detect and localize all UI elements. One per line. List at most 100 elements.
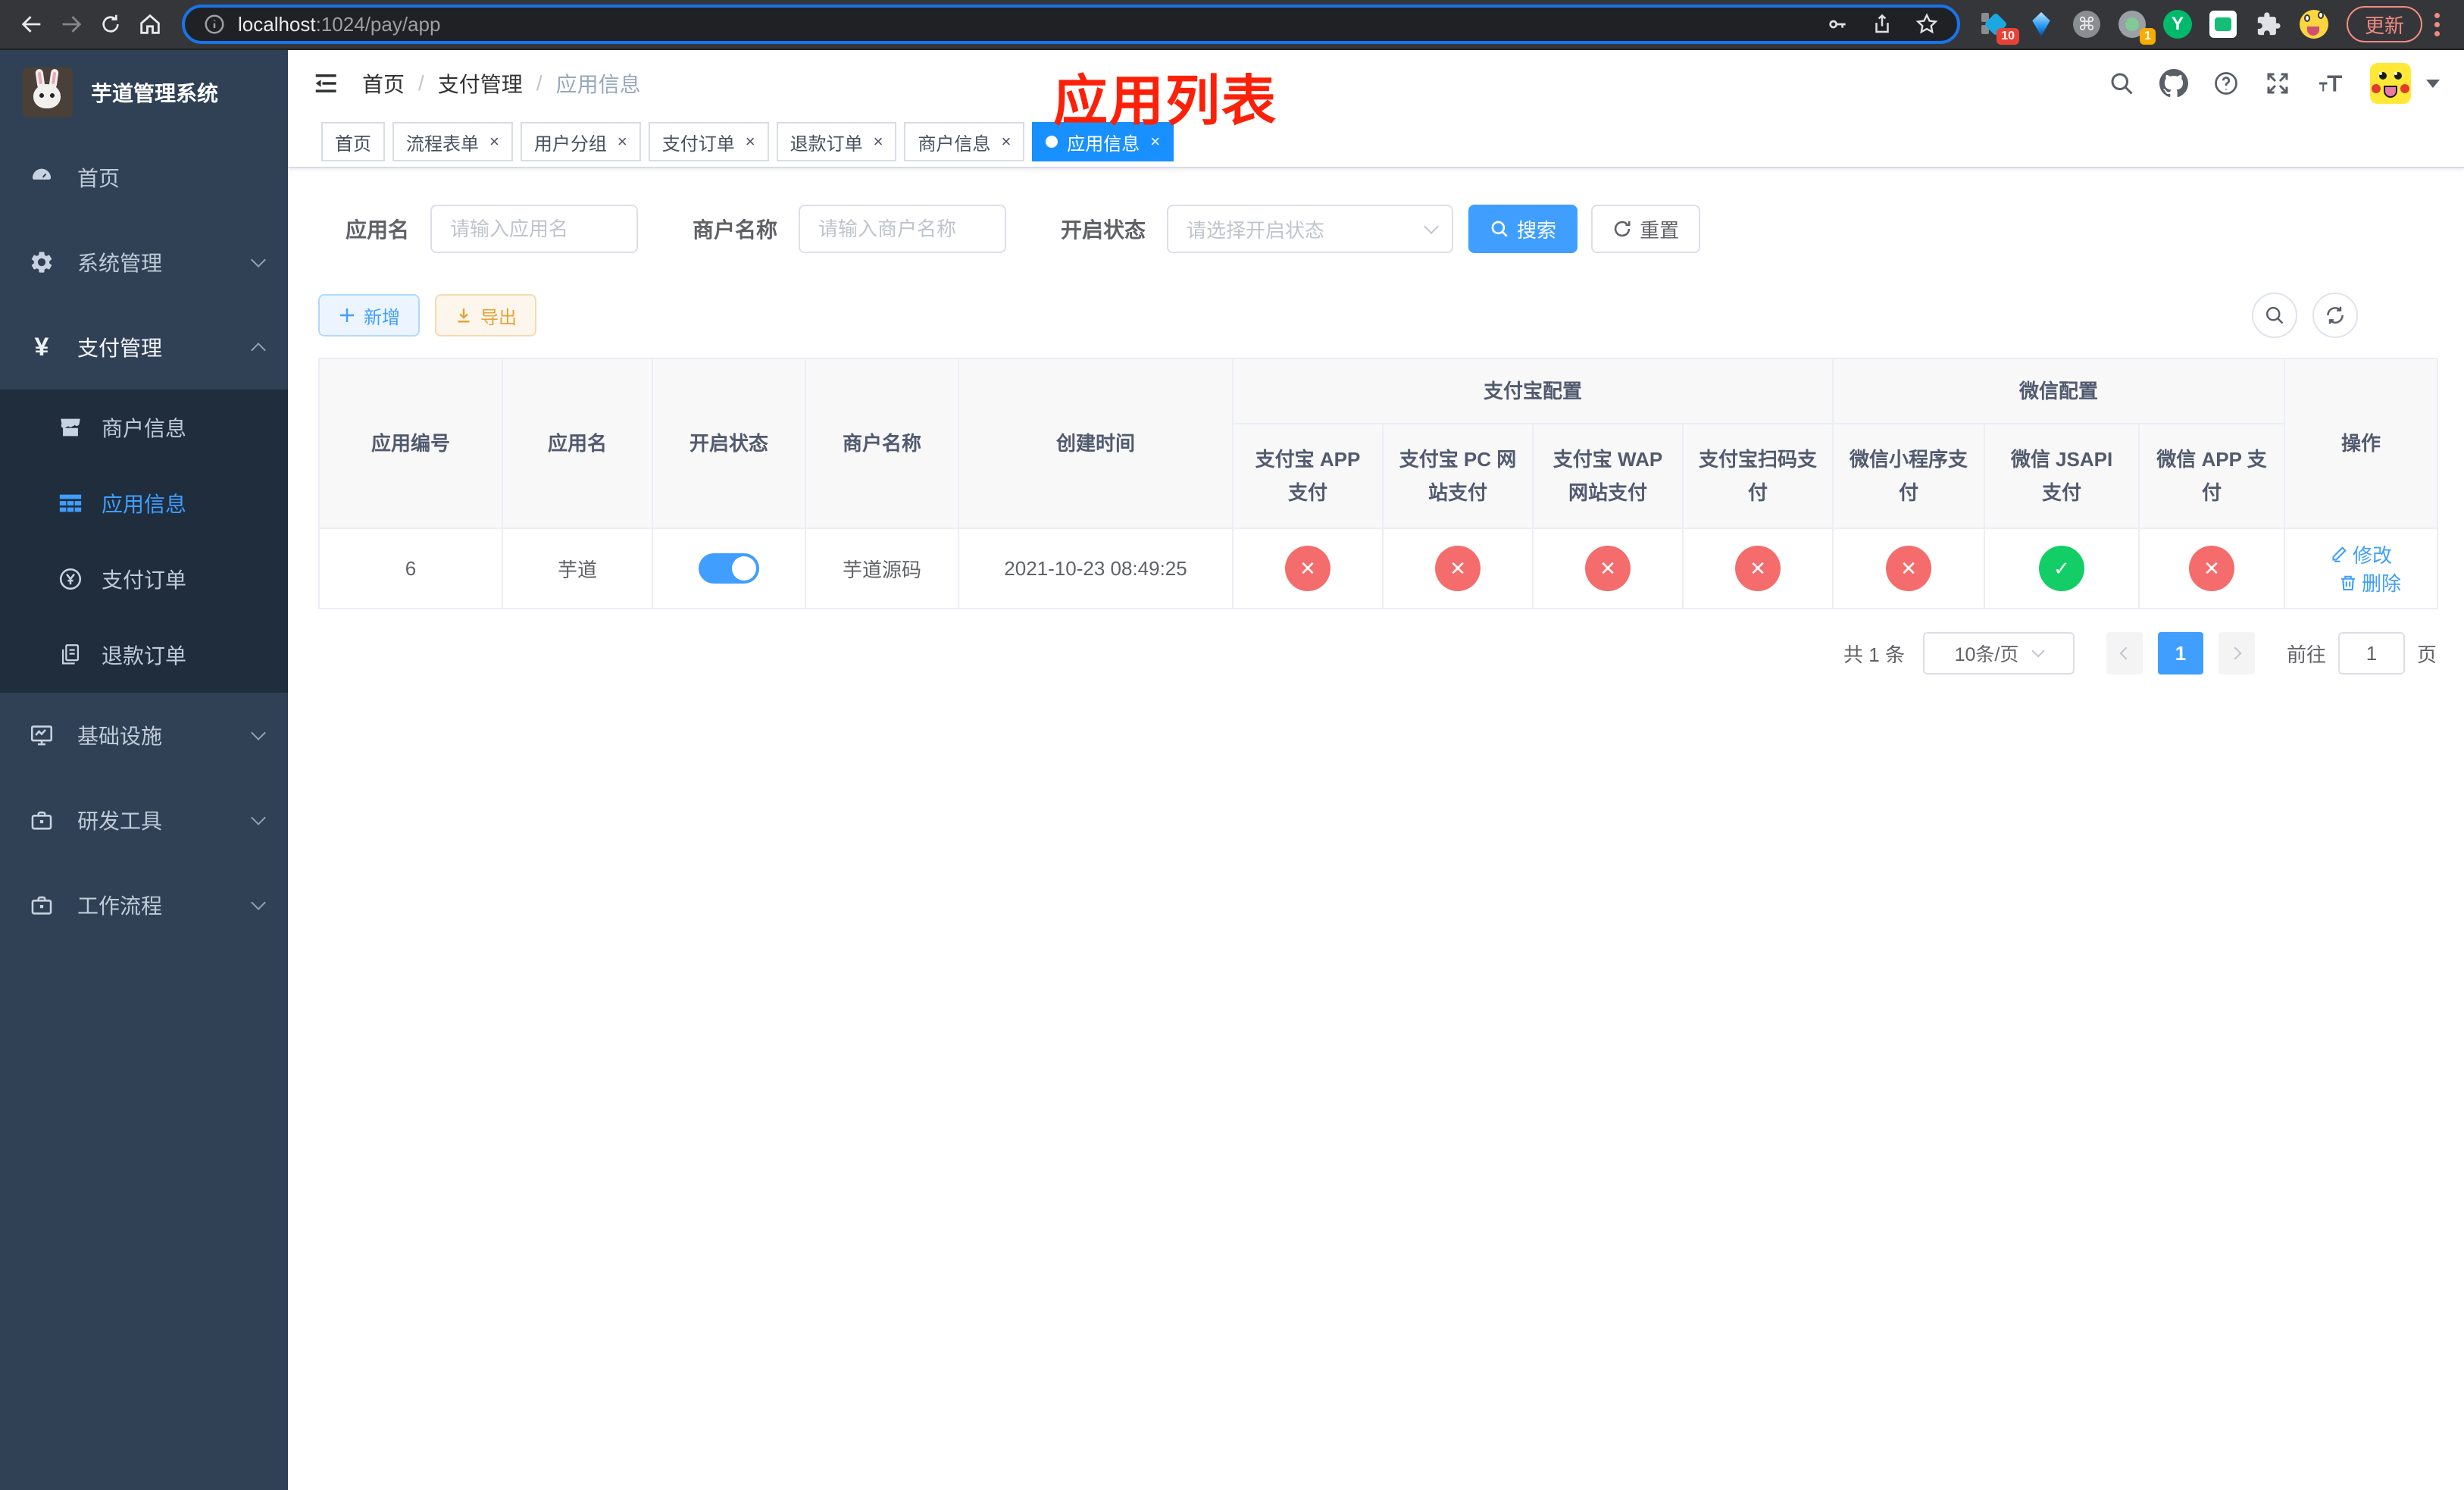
page-size-value: 10条/页 bbox=[1954, 644, 2019, 665]
search-button[interactable]: 搜索 bbox=[1468, 205, 1578, 253]
tab-label: 退款订单 bbox=[790, 133, 863, 155]
extensions-menu-button[interactable] bbox=[2254, 10, 2283, 39]
tab-refund-order[interactable]: 退款订单 bbox=[776, 122, 897, 161]
goto-page-input[interactable] bbox=[2337, 632, 2405, 675]
sidebar-item-system[interactable]: 系统管理 bbox=[0, 220, 288, 305]
ext-proxy-icon[interactable]: 1 bbox=[2118, 10, 2156, 45]
dashboard-icon bbox=[29, 164, 55, 190]
chrome-update-button[interactable]: 更新 bbox=[2346, 6, 2422, 42]
sidebar-logo-row[interactable]: 芋道管理系统 bbox=[0, 50, 288, 135]
reload-icon bbox=[102, 14, 119, 33]
close-icon[interactable] bbox=[746, 132, 755, 152]
back-arrow-icon bbox=[21, 16, 41, 33]
delete-link[interactable]: 删除 bbox=[2339, 568, 2401, 596]
close-icon[interactable] bbox=[1001, 132, 1011, 152]
documents-icon bbox=[58, 642, 83, 668]
tab-process-form[interactable]: 流程表单 bbox=[392, 122, 513, 161]
page-size-select[interactable]: 10条/页 bbox=[1922, 632, 2075, 675]
status-toggle[interactable] bbox=[699, 553, 759, 584]
breadcrumb-home[interactable]: 首页 bbox=[362, 68, 405, 99]
column-header-app-id: 应用编号 bbox=[318, 358, 503, 529]
ext-command-icon[interactable]: ⌘ bbox=[2072, 10, 2101, 39]
export-button-label: 导出 bbox=[480, 307, 517, 328]
sidebar-item-label: 工作流程 bbox=[77, 894, 163, 918]
browser-back-button[interactable] bbox=[12, 5, 52, 44]
ext-emoji-icon[interactable] bbox=[2299, 10, 2328, 39]
sidebar-item-refund-order[interactable]: 退款订单 bbox=[0, 617, 288, 693]
sidebar: 芋道管理系统 首页 系统管理 ¥ 支付管理 商户信息 应用信息 支付订单 退款订… bbox=[0, 50, 288, 1490]
column-header-alipay-qr: 支付宝扫码支付 bbox=[1681, 423, 1834, 529]
close-icon[interactable] bbox=[618, 132, 627, 152]
browser-home-button[interactable] bbox=[130, 5, 170, 44]
ext-balloon-icon[interactable] bbox=[2027, 10, 2056, 39]
sidebar-item-label: 退款订单 bbox=[102, 644, 187, 668]
edit-link[interactable]: 修改 bbox=[2330, 540, 2392, 568]
sidebar-item-workflow[interactable]: 工作流程 bbox=[0, 862, 288, 947]
tab-user-group[interactable]: 用户分组 bbox=[520, 122, 641, 161]
briefcase-icon bbox=[29, 807, 55, 833]
github-link[interactable] bbox=[2159, 69, 2188, 98]
download-icon bbox=[458, 308, 470, 323]
url-bar[interactable]: localhost:1024/pay/app bbox=[182, 5, 1960, 44]
goto-unit-label: 页 bbox=[2416, 643, 2437, 666]
sidebar-item-pay-order[interactable]: 支付订单 bbox=[0, 541, 288, 617]
info-icon[interactable] bbox=[203, 13, 226, 36]
sidebar-item-payment[interactable]: ¥ 支付管理 bbox=[0, 305, 288, 390]
tab-home[interactable]: 首页 bbox=[321, 122, 385, 161]
prev-page-button[interactable] bbox=[2106, 632, 2143, 675]
add-button[interactable]: 新增 bbox=[318, 294, 420, 337]
table-row: 6 芋道 芋道源码 2021-10-23 08:49:25 ✕ ✕ ✕ ✕ ✕ … bbox=[318, 527, 2439, 609]
help-button[interactable] bbox=[2212, 70, 2240, 97]
config-status-badge: ✕ bbox=[1585, 546, 1631, 591]
sidebar-item-infrastructure[interactable]: 基础设施 bbox=[0, 693, 288, 778]
app-name-input[interactable] bbox=[430, 205, 639, 253]
browser-forward-button[interactable] bbox=[52, 5, 91, 44]
user-avatar[interactable] bbox=[2370, 63, 2411, 104]
trash-icon bbox=[2341, 575, 2355, 590]
ext-yuque-icon[interactable]: Y bbox=[2162, 10, 2192, 39]
config-status-badge: ✕ bbox=[1285, 546, 1330, 591]
bookmark-button[interactable] bbox=[1915, 12, 1939, 36]
status-select[interactable]: 请选择开启状态 bbox=[1167, 205, 1454, 253]
header-search-button[interactable] bbox=[2108, 70, 2135, 97]
cell-app-name: 芋道 bbox=[502, 527, 653, 609]
sidebar-item-label: 支付订单 bbox=[102, 568, 187, 592]
column-header-wechat-mini: 微信小程序支付 bbox=[1832, 423, 1986, 529]
merchant-name-input[interactable] bbox=[799, 205, 1007, 253]
breadcrumb-payment[interactable]: 支付管理 bbox=[438, 68, 523, 99]
export-button[interactable]: 导出 bbox=[435, 294, 536, 337]
sidebar-item-merchant-info[interactable]: 商户信息 bbox=[0, 390, 288, 465]
share-button[interactable] bbox=[1871, 12, 1893, 36]
sidebar-item-home[interactable]: 首页 bbox=[0, 135, 288, 220]
column-header-merchant: 商户名称 bbox=[805, 358, 959, 529]
page-number-1[interactable]: 1 bbox=[2157, 632, 2203, 675]
search-form: 应用名 商户名称 开启状态 请选择开启状态 搜索 重置 bbox=[318, 205, 2437, 253]
close-icon[interactable] bbox=[489, 132, 499, 152]
avatar-caret-icon[interactable] bbox=[2426, 79, 2440, 88]
ext-chat-icon[interactable] bbox=[2209, 10, 2237, 39]
app-name-label: 应用名 bbox=[346, 218, 410, 242]
sidebar-toggle-button[interactable] bbox=[312, 69, 341, 98]
ext-diamond-icon[interactable]: 10 bbox=[1981, 10, 2019, 45]
sidebar-item-dev-tools[interactable]: 研发工具 bbox=[0, 778, 288, 862]
config-status-badge: ✕ bbox=[1435, 546, 1481, 591]
page-header: 首页 / 支付管理 / 应用信息 应用列表 bbox=[288, 50, 2464, 132]
next-page-button[interactable] bbox=[2218, 632, 2255, 675]
font-size-button[interactable] bbox=[2315, 70, 2346, 97]
column-header-created: 创建时间 bbox=[958, 358, 1234, 529]
hide-search-button[interactable] bbox=[2252, 293, 2297, 338]
tab-pay-order[interactable]: 支付订单 bbox=[648, 122, 769, 161]
status-glyph: ✕ bbox=[1599, 556, 1616, 580]
reset-button[interactable]: 重置 bbox=[1591, 205, 1701, 253]
password-key-button[interactable] bbox=[1825, 12, 1850, 36]
close-icon[interactable] bbox=[874, 132, 883, 152]
refresh-table-button[interactable] bbox=[2312, 293, 2358, 338]
browser-menu-button[interactable] bbox=[2434, 12, 2440, 36]
browser-reload-button[interactable] bbox=[91, 5, 130, 44]
sidebar-item-app-info[interactable]: 应用信息 bbox=[0, 465, 288, 541]
fullscreen-button[interactable] bbox=[2264, 70, 2291, 97]
cell-app-id: 6 bbox=[318, 527, 503, 609]
sidebar-item-label: 基础设施 bbox=[77, 725, 163, 748]
tab-merchant-info[interactable]: 商户信息 bbox=[904, 122, 1025, 161]
cell-actions: 修改 删除 bbox=[2284, 527, 2439, 609]
